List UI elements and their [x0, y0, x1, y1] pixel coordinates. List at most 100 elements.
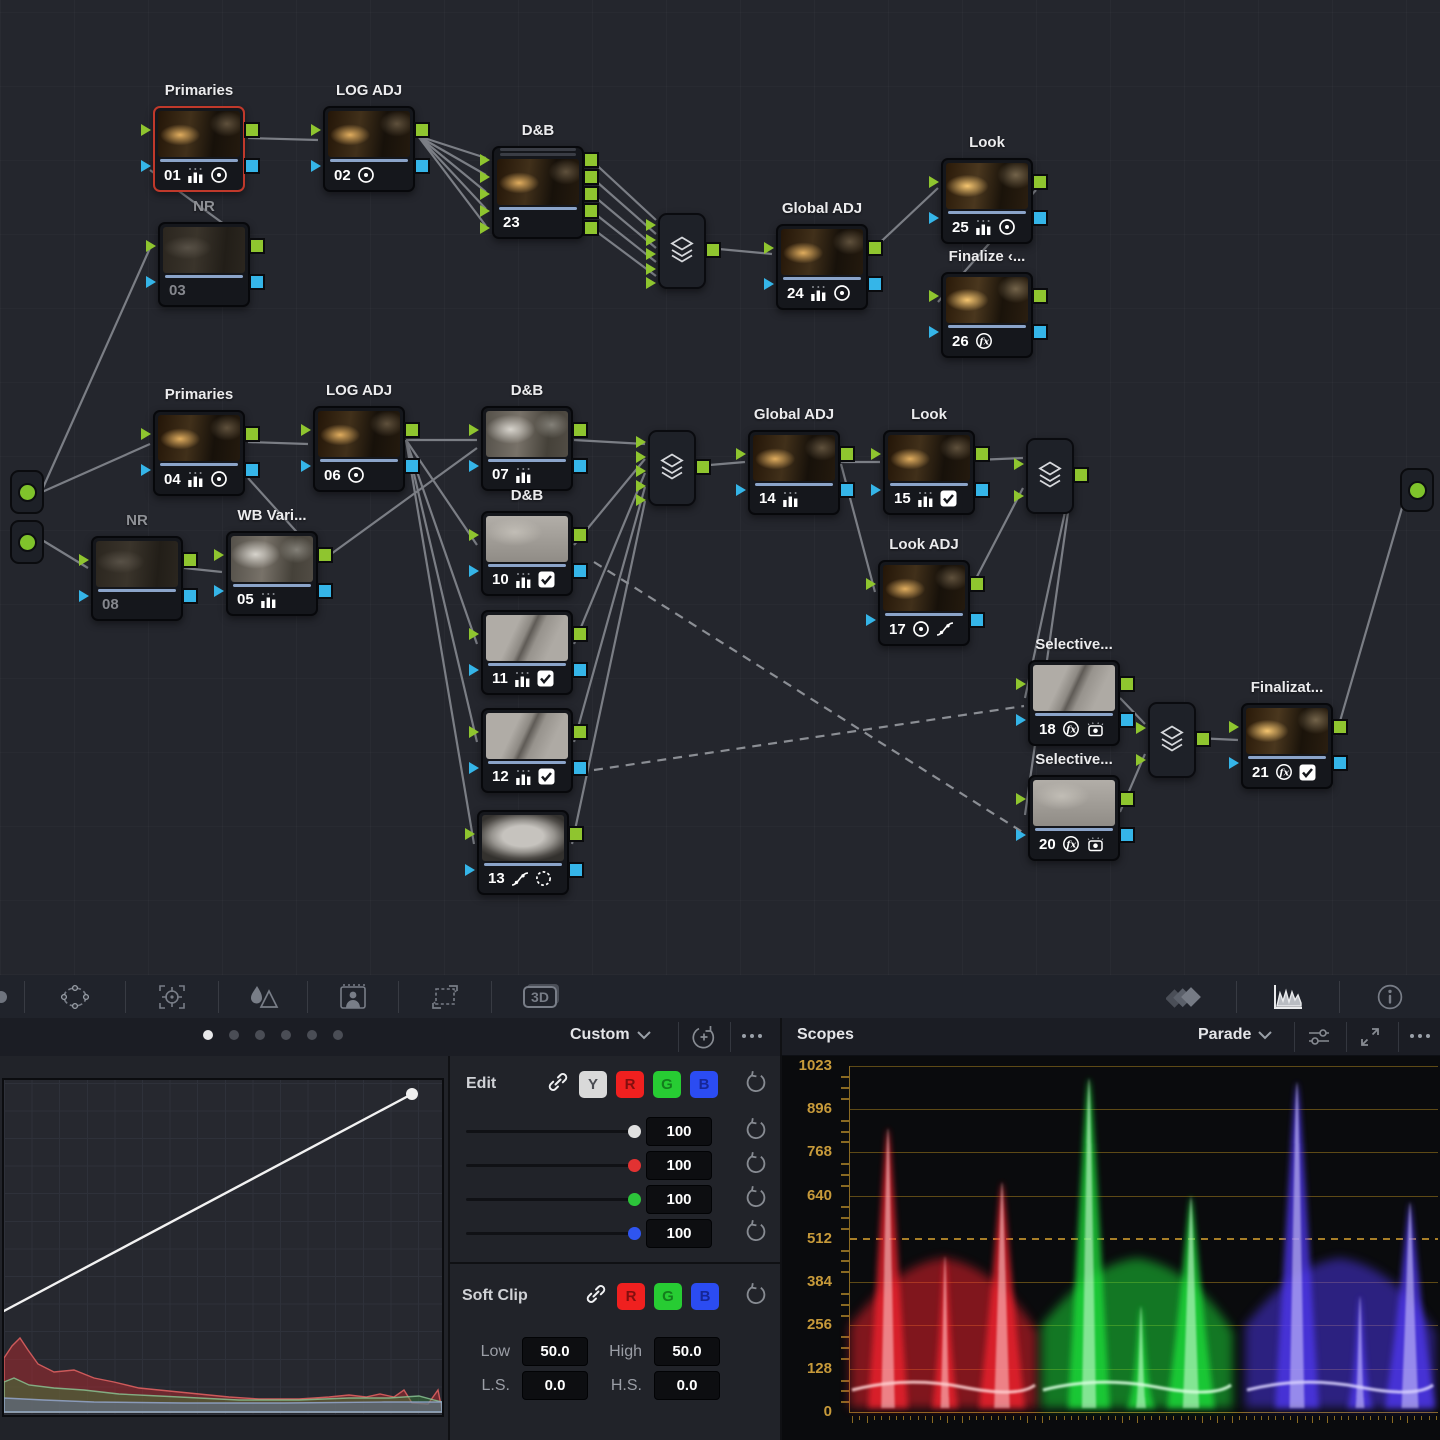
node-04[interactable]: 04	[153, 410, 245, 496]
scope-settings-button[interactable]	[1306, 1025, 1332, 1049]
field-value-hs[interactable]: 0.0	[654, 1371, 720, 1400]
node-26[interactable]: 26fx	[941, 272, 1033, 358]
field-value-low[interactable]: 50.0	[522, 1337, 588, 1366]
slider-y[interactable]	[466, 1125, 632, 1138]
field-value-high[interactable]: 50.0	[654, 1337, 720, 1366]
channel-r-button[interactable]: R	[616, 1071, 644, 1098]
page-dot-3[interactable]	[255, 1030, 265, 1040]
source-node-1[interactable]	[10, 470, 44, 514]
node-02[interactable]: 02	[323, 106, 415, 192]
node-05[interactable]: 05	[226, 531, 318, 616]
node-14[interactable]: 14	[748, 430, 840, 515]
softclip-r-button[interactable]: R	[617, 1283, 645, 1310]
node-number: 08	[102, 596, 119, 613]
node-label: 02	[325, 162, 413, 190]
slider-reset-button[interactable]	[744, 1151, 768, 1180]
page-dot-5[interactable]	[307, 1030, 317, 1040]
channel-g-button[interactable]: G	[653, 1071, 681, 1098]
slider-value-r[interactable]: 100	[646, 1151, 712, 1180]
key-output-port	[568, 862, 584, 878]
layer-mixer-node[interactable]	[1026, 438, 1074, 514]
slider-value-g[interactable]: 100	[646, 1185, 712, 1214]
node-08[interactable]: 08	[91, 536, 183, 621]
blur-icon[interactable]	[219, 980, 307, 1014]
scopes-icon[interactable]	[1237, 980, 1339, 1014]
page-dot-1[interactable]	[203, 1030, 213, 1040]
clipped-icon[interactable]	[0, 980, 24, 1014]
node-25[interactable]: 25	[941, 158, 1033, 244]
node-10[interactable]: 10	[481, 511, 573, 596]
window-icon[interactable]	[25, 980, 125, 1014]
rgb-output-port	[974, 446, 990, 462]
slider-r[interactable]	[466, 1159, 632, 1172]
link-icon[interactable]	[584, 1282, 608, 1311]
rgb-output-port	[583, 203, 599, 219]
layer-mixer-node[interactable]	[648, 430, 696, 506]
node-graph-canvas[interactable]: Primaries01LOG ADJ02NR03D&B23Global ADJ2…	[0, 0, 1440, 975]
node-06[interactable]: 06	[313, 406, 405, 492]
softclip-b-button[interactable]: B	[691, 1283, 719, 1310]
layer-mixer-node[interactable]	[1148, 702, 1196, 778]
source-node-2[interactable]	[10, 520, 44, 564]
slider-b[interactable]	[466, 1227, 632, 1240]
page-dot-2[interactable]	[229, 1030, 239, 1040]
node-24[interactable]: 24	[776, 224, 868, 310]
node-17[interactable]: 17	[878, 560, 970, 646]
link-icon[interactable]	[546, 1070, 570, 1099]
page-dots[interactable]	[203, 1030, 343, 1040]
curves-options-menu[interactable]	[742, 1034, 762, 1038]
node-23[interactable]: 23	[492, 146, 584, 239]
node-11[interactable]: 11	[481, 610, 573, 695]
slider-value-y[interactable]: 100	[646, 1117, 712, 1146]
curve-mode-dropdown[interactable]: Custom	[570, 1026, 652, 1044]
bars-icon	[187, 471, 204, 487]
node-20[interactable]: 20fx	[1028, 775, 1120, 861]
parade-scope[interactable]: 10238967686405123842561280	[782, 1056, 1440, 1440]
3d-icon[interactable]: 3D	[492, 980, 588, 1014]
node-15[interactable]: 15	[883, 430, 975, 515]
info-icon[interactable]	[1340, 980, 1440, 1014]
node-18[interactable]: 18fx	[1028, 660, 1120, 746]
scope-expand-button[interactable]	[1358, 1025, 1382, 1049]
slider-knob[interactable]	[628, 1193, 641, 1206]
sink-node[interactable]	[1400, 468, 1434, 512]
page-dot-6[interactable]	[333, 1030, 343, 1040]
slider-g[interactable]	[466, 1193, 632, 1206]
slider-knob[interactable]	[628, 1125, 641, 1138]
node-13[interactable]: 13	[477, 810, 569, 895]
edit-reset-button[interactable]	[744, 1070, 768, 1099]
slider-value-b[interactable]: 100	[646, 1219, 712, 1248]
softclip-reset-button[interactable]	[744, 1282, 768, 1311]
node-label: 07	[483, 462, 571, 489]
slider-knob[interactable]	[628, 1159, 641, 1172]
check-icon	[538, 768, 555, 785]
edit-title: Edit	[466, 1075, 496, 1093]
layer-mixer-node[interactable]	[658, 213, 706, 289]
curve-plot[interactable]	[2, 1078, 444, 1417]
slider-reset-button[interactable]	[744, 1185, 768, 1214]
field-value-ls[interactable]: 0.0	[522, 1371, 588, 1400]
node-07[interactable]: 07	[481, 406, 573, 491]
node-12[interactable]: 12	[481, 708, 573, 793]
slider-reset-button[interactable]	[744, 1117, 768, 1146]
rgb-output-port	[404, 422, 420, 438]
page-dot-4[interactable]	[281, 1030, 291, 1040]
reset-curves-button[interactable]	[691, 1024, 717, 1050]
node-01[interactable]: 01	[153, 106, 245, 192]
node-03[interactable]: 03	[158, 222, 250, 307]
magic-mask-icon[interactable]	[308, 980, 398, 1014]
rgb-input-port	[646, 219, 656, 231]
scope-type-dropdown[interactable]: Parade	[1198, 1026, 1273, 1044]
channel-y-button[interactable]: Y	[579, 1071, 607, 1098]
node-21[interactable]: 21fx	[1241, 703, 1333, 789]
sizing-icon[interactable]	[399, 980, 491, 1014]
curve-endpoint-handle[interactable]	[406, 1088, 418, 1100]
channel-b-button[interactable]: B	[690, 1071, 718, 1098]
slider-knob[interactable]	[628, 1227, 641, 1240]
keyframes-icon[interactable]	[1132, 980, 1236, 1014]
layer-mixer-icon	[1159, 724, 1185, 757]
scope-options-menu[interactable]	[1410, 1034, 1430, 1038]
tracker-icon[interactable]	[126, 980, 218, 1014]
softclip-g-button[interactable]: G	[654, 1283, 682, 1310]
slider-reset-button[interactable]	[744, 1219, 768, 1248]
